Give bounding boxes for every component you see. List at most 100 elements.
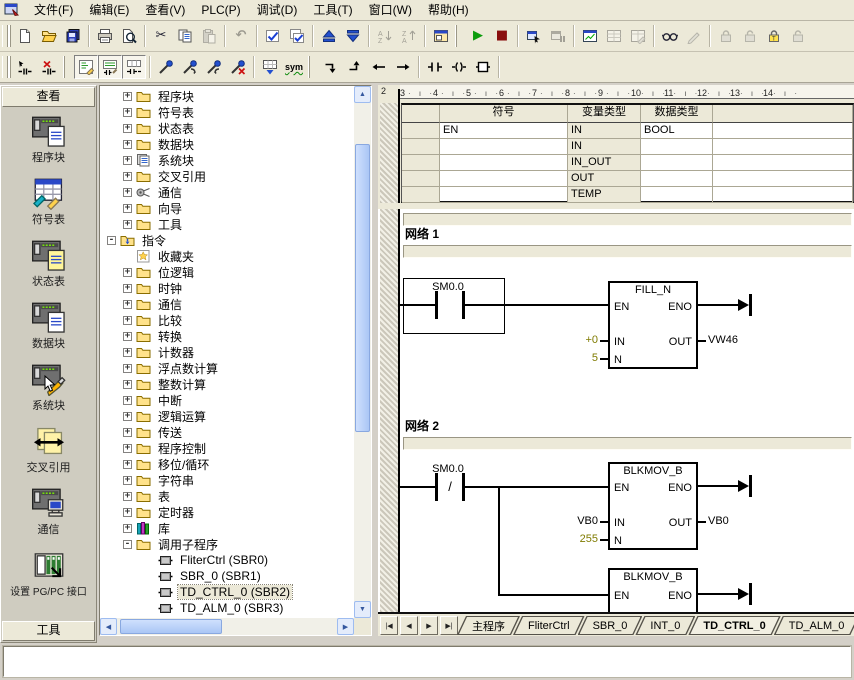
horizontal-scroll-thumb[interactable] bbox=[120, 619, 222, 634]
collapse-icon[interactable]: - bbox=[107, 236, 116, 245]
new-file-icon[interactable] bbox=[13, 24, 37, 48]
scroll-down-icon[interactable]: ▼ bbox=[354, 601, 371, 618]
tab-scroll-prev-icon[interactable]: ◀ bbox=[400, 616, 418, 635]
sym-toggle-icon[interactable]: sym bbox=[282, 55, 306, 79]
copy-icon[interactable] bbox=[173, 24, 197, 48]
tree-item-21[interactable]: +传送 bbox=[100, 424, 354, 440]
box-title[interactable]: BLKMOV_B bbox=[610, 465, 696, 477]
table-cell[interactable] bbox=[440, 171, 568, 187]
tree-vertical-scrollbar[interactable]: ▲ ▼ bbox=[354, 86, 371, 618]
tree-item-17[interactable]: +浮点数计算 bbox=[100, 360, 354, 376]
table-cell[interactable] bbox=[641, 139, 713, 155]
row-header[interactable] bbox=[402, 187, 440, 203]
expand-icon[interactable]: + bbox=[123, 156, 132, 165]
tree-item-20[interactable]: +逻辑运算 bbox=[100, 408, 354, 424]
tab-sbr-0[interactable]: SBR_0 bbox=[578, 616, 643, 635]
row-header[interactable] bbox=[402, 171, 440, 187]
view-symbolic-icon[interactable] bbox=[74, 55, 98, 79]
expand-icon[interactable]: + bbox=[123, 172, 132, 181]
table-cell[interactable] bbox=[641, 171, 713, 187]
blkmov-b-box-1[interactable]: BLKMOV_B EN ENO IN OUT N bbox=[608, 462, 698, 550]
wand-delete-icon[interactable] bbox=[226, 55, 250, 79]
print-preview-icon[interactable] bbox=[117, 24, 141, 48]
out-operand[interactable]: VW46 bbox=[708, 334, 754, 346]
box-title[interactable]: BLKMOV_B bbox=[610, 571, 696, 583]
table-cell[interactable]: IN bbox=[568, 123, 641, 139]
row-header[interactable] bbox=[402, 155, 440, 171]
contact-operand[interactable]: SM0.0 bbox=[414, 281, 482, 293]
tab-fliterctrl[interactable]: FliterCtrl bbox=[513, 616, 585, 635]
insert-network-icon[interactable] bbox=[13, 55, 37, 79]
toolbar-grip[interactable] bbox=[2, 25, 11, 47]
expand-icon[interactable]: + bbox=[123, 492, 132, 501]
force-lock-icon[interactable]: T bbox=[762, 24, 786, 48]
table-cell[interactable] bbox=[713, 187, 853, 203]
compile-all-icon[interactable] bbox=[285, 24, 309, 48]
tree-horizontal-scrollbar[interactable]: ◀ ▶ bbox=[100, 618, 354, 635]
toolbar-grip[interactable] bbox=[455, 25, 464, 47]
view-item-cross-reference[interactable]: 交叉引用 bbox=[1, 418, 96, 480]
expand-icon[interactable]: + bbox=[123, 460, 132, 469]
n-operand[interactable]: 5 bbox=[560, 352, 598, 364]
menu-debug[interactable]: 调试(D) bbox=[249, 1, 306, 19]
table-cell[interactable] bbox=[440, 155, 568, 171]
toolbar-grip[interactable] bbox=[308, 56, 317, 78]
blkmov-b-box-2[interactable]: BLKMOV_B EN ENO bbox=[608, 568, 698, 612]
table-cell[interactable]: OUT bbox=[568, 171, 641, 187]
program-status-icon[interactable] bbox=[522, 24, 546, 48]
table-cell[interactable] bbox=[713, 123, 853, 139]
stop-mode-icon[interactable]: ■ bbox=[490, 24, 514, 48]
contact-operand[interactable]: SM0.0 bbox=[414, 463, 482, 475]
box-title[interactable]: FILL_N bbox=[610, 284, 696, 296]
table-cell[interactable]: TEMP bbox=[568, 187, 641, 203]
tree-item-26[interactable]: +定时器 bbox=[100, 504, 354, 520]
menu-edit[interactable]: 编辑(E) bbox=[81, 1, 137, 19]
network-1-title[interactable]: 网络 1 bbox=[405, 225, 439, 242]
delete-network-icon[interactable] bbox=[37, 55, 61, 79]
open-project-icon[interactable] bbox=[37, 24, 61, 48]
table-cell[interactable]: IN_OUT bbox=[568, 155, 641, 171]
table-cell[interactable] bbox=[641, 155, 713, 171]
tree-item-7[interactable]: +向导 bbox=[100, 200, 354, 216]
scroll-up-icon[interactable]: ▲ bbox=[354, 86, 371, 103]
tree-item-31[interactable]: TD_CTRL_0 (SBR2) bbox=[100, 584, 354, 600]
table-cell[interactable]: BOOL bbox=[641, 123, 713, 139]
expand-icon[interactable]: + bbox=[123, 220, 132, 229]
tree-item-1[interactable]: +符号表 bbox=[100, 104, 354, 120]
tab-scroll-last-icon[interactable]: ▶| bbox=[440, 616, 458, 635]
expand-icon[interactable]: + bbox=[123, 348, 132, 357]
column-header-1[interactable]: 变量类型 bbox=[568, 105, 641, 123]
table-cell[interactable]: IN bbox=[568, 139, 641, 155]
tree-item-8[interactable]: +工具 bbox=[100, 216, 354, 232]
menu-help[interactable]: 帮助(H) bbox=[420, 1, 477, 19]
vertical-scroll-thumb[interactable] bbox=[355, 144, 370, 432]
tree-item-19[interactable]: +中断 bbox=[100, 392, 354, 408]
view-symbols-icon[interactable] bbox=[658, 24, 682, 48]
expand-icon[interactable]: + bbox=[123, 188, 132, 197]
view-bar-header[interactable]: 查看 bbox=[2, 87, 95, 107]
menu-tools[interactable]: 工具(T) bbox=[305, 1, 360, 19]
network-2-title[interactable]: 网络 2 bbox=[405, 417, 439, 434]
pou-comment[interactable] bbox=[403, 213, 852, 226]
expand-icon[interactable]: + bbox=[123, 396, 132, 405]
tree-item-24[interactable]: +字符串 bbox=[100, 472, 354, 488]
line-right-icon[interactable] bbox=[391, 55, 415, 79]
table-cell[interactable]: EN bbox=[440, 123, 568, 139]
tab-int-0[interactable]: INT_0 bbox=[635, 616, 695, 635]
collapse-icon[interactable]: - bbox=[123, 540, 132, 549]
expand-icon[interactable]: + bbox=[123, 300, 132, 309]
expand-icon[interactable]: + bbox=[123, 124, 132, 133]
tree-item-32[interactable]: TD_ALM_0 (SBR3) bbox=[100, 600, 354, 616]
tree-item-10[interactable]: 收藏夹 bbox=[100, 248, 354, 264]
table-cell[interactable] bbox=[713, 139, 853, 155]
tree-item-22[interactable]: +程序控制 bbox=[100, 440, 354, 456]
table-cell[interactable] bbox=[440, 187, 568, 203]
in-operand[interactable]: +0 bbox=[560, 334, 598, 346]
view-symbol-info-icon[interactable] bbox=[98, 55, 122, 79]
out-operand[interactable]: VB0 bbox=[708, 515, 754, 527]
run-mode-icon[interactable]: ▶ bbox=[466, 24, 490, 48]
expand-icon[interactable]: + bbox=[123, 108, 132, 117]
tab-scroll-first-icon[interactable]: |◀ bbox=[380, 616, 398, 635]
menu-window[interactable]: 窗口(W) bbox=[361, 1, 420, 19]
row-header[interactable] bbox=[402, 123, 440, 139]
